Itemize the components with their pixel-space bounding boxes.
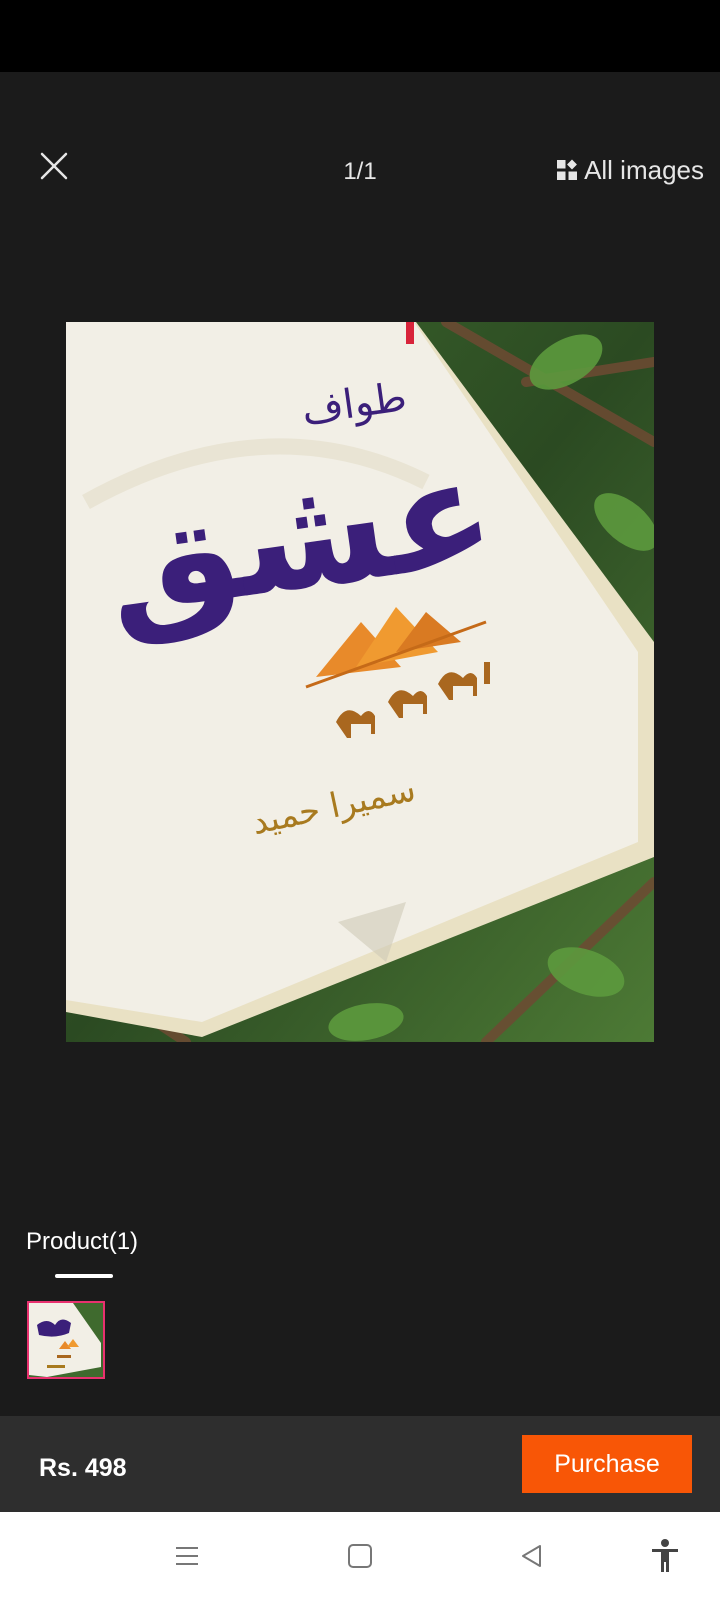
close-button[interactable] [36, 148, 72, 184]
nav-home-button[interactable] [338, 1534, 382, 1578]
back-icon [522, 1545, 541, 1567]
purchase-button[interactable]: Purchase [522, 1435, 692, 1493]
nav-menu-button[interactable] [165, 1534, 209, 1578]
close-icon [40, 152, 68, 180]
nav-accessibility-button[interactable] [643, 1534, 687, 1578]
gallery-grid-icon [557, 159, 578, 180]
product-price: Rs. 498 [39, 1454, 127, 1482]
menu-icon [176, 1547, 198, 1565]
image-counter: 1/1 [343, 158, 377, 185]
product-image[interactable]: طواف عشق سمیرا حمید [66, 322, 654, 1042]
all-images-label: All images [584, 154, 704, 185]
nav-back-button[interactable] [510, 1534, 554, 1578]
system-nav-bar [0, 1512, 720, 1600]
accessibility-icon [652, 1539, 678, 1572]
status-bar [0, 0, 720, 72]
home-icon [348, 1544, 372, 1568]
all-images-button[interactable]: All images [556, 152, 704, 188]
tab-underline [55, 1274, 113, 1278]
tab-product[interactable]: Product(1) [26, 1228, 138, 1256]
product-thumbnail[interactable] [27, 1301, 105, 1379]
